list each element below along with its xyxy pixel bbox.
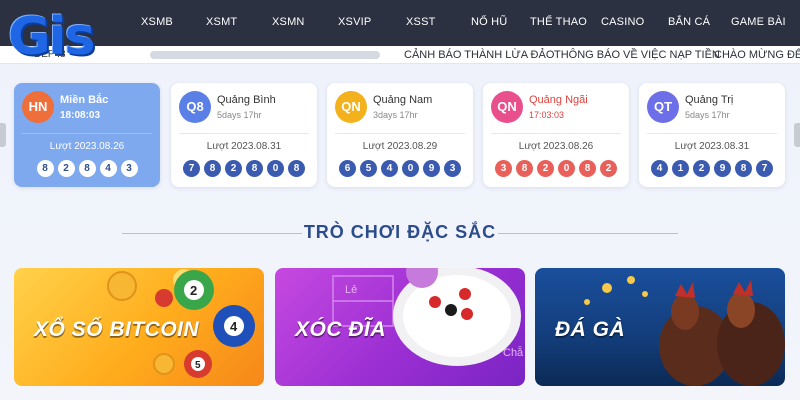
game-tile-label: ĐÁ GÀ	[555, 318, 626, 341]
draw-date: Lượt 2023.08.26	[518, 141, 594, 152]
countdown: 3days 17hr	[373, 110, 418, 120]
notice-marquee-placeholder	[150, 51, 380, 59]
svg-text:Chẵ: Chẵ	[503, 346, 524, 359]
result-ball: 9	[714, 160, 731, 177]
result-balls: 82843	[14, 160, 160, 177]
svg-text:Lẻ: Lẻ	[345, 284, 357, 296]
result-ball: 1	[672, 160, 689, 177]
result-balls: 782808	[171, 160, 317, 177]
countdown: 5days 17hr	[685, 110, 730, 120]
section-title-rule-right	[498, 233, 678, 234]
countdown: 17:03:03	[529, 110, 565, 120]
result-ball: 6	[339, 160, 356, 177]
result-ball: 3	[120, 160, 138, 177]
result-ball: 8	[78, 160, 96, 177]
countdown: 5days 17hr	[217, 110, 262, 120]
lottery-card[interactable]: HN Miền Bắc 18:08:03 Lượt 2023.08.26 8 2 8 4 3	[14, 83, 160, 187]
draw-date: Lượt 2023.08.31	[674, 141, 750, 152]
result-ball: 8	[246, 160, 263, 177]
nav-item-game-bai[interactable]: GAME BÀI	[731, 16, 786, 28]
lottery-card[interactable]: Q8 Quảng Bình 5days 17hr Lượt 2023.08.31 7 8 2…	[171, 83, 317, 187]
result-ball: 3	[495, 160, 512, 177]
svg-text:4: 4	[230, 319, 238, 334]
carousel-prev-arrow[interactable]	[0, 123, 6, 147]
carousel-next-arrow[interactable]	[794, 123, 800, 147]
result-balls: 382082	[483, 160, 629, 177]
region-badge: QT	[647, 91, 679, 123]
notice-item-scam-warning[interactable]: CẢNH BÁO THÀNH LỪA ĐẢO	[404, 49, 554, 61]
result-ball: 4	[381, 160, 398, 177]
draw-date: Lượt 2023.08.26	[49, 141, 125, 152]
result-ball: 8	[735, 160, 752, 177]
svg-text:5: 5	[195, 360, 201, 371]
nav-item-xsmn[interactable]: XSMN	[272, 16, 305, 28]
result-balls: 412987	[639, 160, 785, 177]
region-badge: QN	[335, 91, 367, 123]
region-name: Quảng Ngãi	[529, 94, 588, 106]
card-divider	[647, 133, 777, 134]
result-ball: 7	[756, 160, 773, 177]
card-divider	[22, 133, 152, 134]
nav-item-the-thao[interactable]: THỂ THAO	[530, 16, 587, 28]
game-tile-bitcoin-lottery[interactable]: 2 4 5 XỔ SỐ BITCOIN	[14, 268, 264, 386]
result-ball: 2	[600, 160, 617, 177]
lottery-card[interactable]: QN Quảng Nam 3days 17hr Lượt 2023.08.29 6 5 4 0…	[327, 83, 473, 187]
result-ball: 4	[651, 160, 668, 177]
game-tile-xoc-dia[interactable]: Lẻ Chẵ XÓC ĐĨA	[275, 268, 525, 386]
result-ball: 8	[204, 160, 221, 177]
section-title: TRÒ CHƠI ĐẶC SẮC	[303, 222, 497, 242]
region-name: Quảng Nam	[373, 94, 433, 106]
region-badge: QN	[491, 91, 523, 123]
result-ball: 4	[99, 160, 117, 177]
region-name: Quảng Bình	[217, 94, 276, 106]
draw-date: Lượt 2023.08.31	[206, 141, 282, 152]
result-ball: 2	[225, 160, 242, 177]
result-ball: 8	[36, 160, 54, 177]
lottery-card[interactable]: QT Quảng Trị 5days 17hr Lượt 2023.08.31 4 1 2 9…	[639, 83, 785, 187]
result-ball: 3	[444, 160, 461, 177]
notice-item-deposit[interactable]: THÔNG BÁO VỀ VIỆC NẠP TIỀN	[554, 49, 720, 61]
svg-text:2: 2	[190, 283, 197, 298]
region-name: Miền Bắc	[60, 94, 109, 106]
card-divider	[179, 133, 309, 134]
card-divider	[335, 133, 465, 134]
result-balls: 654093	[327, 160, 473, 177]
game-tile-da-ga[interactable]: ĐÁ GÀ	[535, 268, 785, 386]
result-ball: 5	[360, 160, 377, 177]
result-ball: 2	[537, 160, 554, 177]
nav-item-xsmt[interactable]: XSMT	[206, 16, 237, 28]
region-badge: Q8	[179, 91, 211, 123]
nav-item-casino[interactable]: CASINO	[601, 16, 644, 28]
draw-date: Lượt 2023.08.29	[362, 141, 438, 152]
game-tile-label: XÓC ĐĨA	[295, 318, 387, 341]
result-ball: 8	[288, 160, 305, 177]
region-badge: HN	[22, 91, 54, 123]
result-ball: 8	[579, 160, 596, 177]
result-ball: 8	[516, 160, 533, 177]
nav-item-xsst[interactable]: XSST	[406, 16, 436, 28]
result-ball: 2	[57, 160, 75, 177]
nav-item-xsmb[interactable]: XSMB	[141, 16, 173, 28]
result-ball: 2	[693, 160, 710, 177]
nav-item-no-hu[interactable]: NỔ HŨ	[471, 16, 507, 28]
countdown: 18:08:03	[60, 110, 101, 121]
card-divider	[491, 133, 621, 134]
result-ball: 0	[267, 160, 284, 177]
result-ball: 7	[183, 160, 200, 177]
notice-item-welcome[interactable]: CHÀO MỪNG ĐẾ	[714, 49, 800, 61]
game-tile-label: XỔ SỐ BITCOIN	[34, 318, 200, 341]
site-logo[interactable]: Gis	[8, 8, 136, 66]
result-ball: 0	[558, 160, 575, 177]
nav-item-ban-ca[interactable]: BẮN CÁ	[668, 16, 710, 28]
result-ball: 9	[423, 160, 440, 177]
result-ball: 0	[402, 160, 419, 177]
nav-item-xsvip[interactable]: XSVIP	[338, 16, 371, 28]
region-name: Quảng Trị	[685, 94, 734, 106]
lottery-card[interactable]: QN Quảng Ngãi 17:03:03 Lượt 2023.08.26 3 8 2 0 8…	[483, 83, 629, 187]
